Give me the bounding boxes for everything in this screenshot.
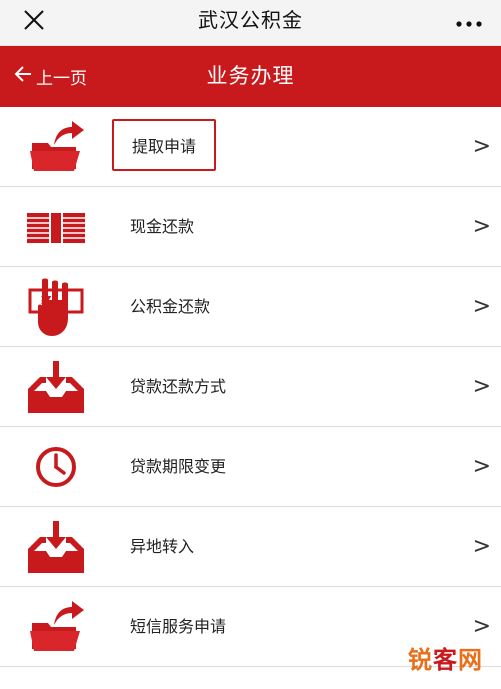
menu-item-label: 短信服务申请	[130, 617, 227, 636]
more-icon	[456, 13, 482, 32]
page-header: 上一页 业务办理	[0, 46, 501, 107]
chevron-right-icon: >	[472, 134, 491, 159]
folder-share-icon	[24, 595, 88, 659]
menu-item-loan-term-change[interactable]: 贷款期限变更 >	[0, 427, 501, 507]
app-title: 武汉公积金	[198, 8, 303, 32]
business-menu-list: 提取申请 > 现金还款 > 公积金还款 > 贷款还款方式 > 贷款期限变更 > …	[0, 107, 501, 667]
menu-item-loan-repayment-method[interactable]: 贷款还款方式 >	[0, 347, 501, 427]
watermark-char: 网	[458, 646, 483, 674]
menu-item-label: 公积金还款	[130, 297, 211, 316]
inbox-download-icon	[24, 355, 88, 419]
chevron-right-icon: >	[472, 534, 491, 559]
watermark-char: 锐	[408, 646, 433, 674]
more-button[interactable]	[451, 8, 487, 36]
chevron-right-icon: >	[472, 214, 491, 239]
clock-icon	[24, 435, 88, 499]
chevron-right-icon: >	[472, 454, 491, 479]
app-top-bar: 武汉公积金	[0, 0, 501, 46]
menu-item-fund-repayment[interactable]: ¥ 公积金还款 >	[0, 267, 501, 347]
menu-item-label: 现金还款	[130, 217, 195, 236]
back-button[interactable]: 上一页	[14, 60, 87, 92]
menu-item-label: 异地转入	[130, 537, 195, 556]
menu-item-label: 贷款还款方式	[130, 377, 227, 396]
chevron-right-icon: >	[472, 294, 491, 319]
page: 武汉公积金 上一页 业务办理 提取申请 > 现金还款 > 公积金还款 > 贷款还…	[0, 0, 501, 689]
inbox-download-icon	[24, 515, 88, 579]
folder-share-icon	[24, 115, 88, 179]
menu-item-withdraw-apply[interactable]: 提取申请 >	[0, 107, 501, 187]
arrow-left-icon	[14, 65, 32, 87]
menu-item-remote-transfer-in[interactable]: 异地转入 >	[0, 507, 501, 587]
menu-item-cash-repayment[interactable]: 现金还款 >	[0, 187, 501, 267]
chevron-right-icon: >	[472, 374, 491, 399]
watermark: 锐客网	[408, 640, 483, 675]
menu-item-label: 提取申请	[112, 119, 217, 171]
back-label: 上一页	[36, 68, 87, 89]
watermark-char: 客	[433, 646, 458, 674]
cash-stack-icon	[24, 195, 88, 259]
hand-yuan-icon: ¥	[24, 275, 88, 339]
menu-item-label: 贷款期限变更	[130, 457, 227, 476]
